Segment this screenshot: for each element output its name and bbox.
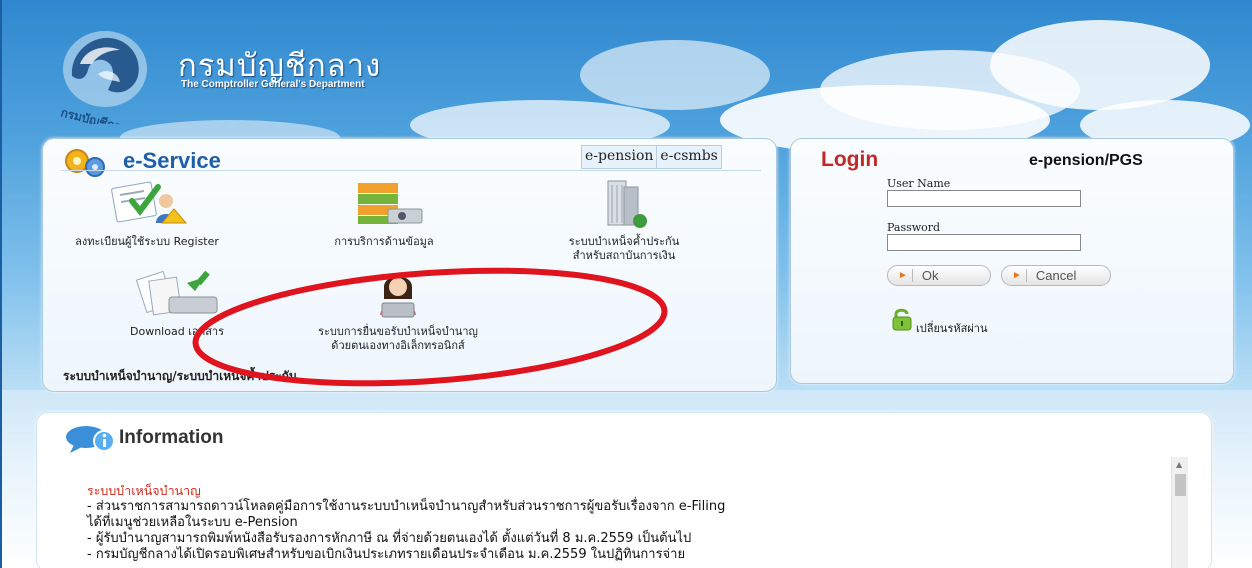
database-icon <box>358 183 423 224</box>
tab-divider <box>61 170 761 171</box>
download-icon <box>135 270 218 316</box>
password-input[interactable] <box>887 234 1081 251</box>
service-guarantee-label-2: สำหรับสถาบันการเงิน <box>572 249 676 262</box>
brand-title-english: The Comptroller General's Department <box>181 79 365 90</box>
service-self-pension-label-2: ด้วยตนเองทางอิเล็กทรอนิกส์ <box>331 339 465 352</box>
password-label: Password <box>887 221 941 234</box>
service-self-pension-label-1: ระบบการยื่นขอรับบำเหน็จบำนาญ <box>318 325 478 338</box>
service-register[interactable]: ลงทะเบียนผู้ใช้ระบบ Register <box>57 179 237 249</box>
service-data-label: การบริการด้านข้อมูล <box>334 235 434 248</box>
information-body: ระบบบำเหน็จบำนาญ - ส่วนราชการสามารถดาวน์… <box>87 483 1127 563</box>
username-label: User Name <box>887 177 951 190</box>
cloud <box>990 20 1210 110</box>
tab-e-pension[interactable]: e-pension <box>581 145 658 169</box>
login-title: Login <box>821 148 879 171</box>
seal-logo-icon[interactable]: กรมบัญชีกลาง <box>50 24 160 124</box>
info-line: - ส่วนราชการสามารถดาวน์โหลดคู่มือการใช้ง… <box>87 499 726 514</box>
person-computer-icon <box>380 276 416 318</box>
scroll-up-arrow-icon[interactable]: ▲ <box>1176 460 1182 469</box>
information-title: Information <box>119 427 224 448</box>
change-password-link[interactable]: เปลี่ยนรหัสผ่าน <box>916 319 987 337</box>
scroll-thumb[interactable] <box>1175 474 1186 496</box>
play-arrow-icon: ► <box>898 270 908 281</box>
info-line: - กรมบัญชีกลางได้เปิดรอบพิเศษสำหรับขอเบิ… <box>87 547 686 562</box>
info-line: - ผู้รับบำนาญสามารถพิมพ์หนังสือรับรองการ… <box>87 531 692 546</box>
login-panel: Login e-pension/PGS User Name Password ►… <box>790 138 1234 384</box>
service-guarantee-label-1: ระบบบำเหน็จค้ำประกัน <box>568 235 680 248</box>
eservice-tabs: e-pension e-csmbs <box>581 145 722 169</box>
cloud <box>580 40 770 110</box>
info-scrollbar[interactable]: ▲ <box>1171 457 1188 568</box>
cancel-button-label: Cancel <box>1035 268 1077 283</box>
gears-icon <box>65 149 105 177</box>
username-input[interactable] <box>887 190 1081 207</box>
building-icon <box>607 180 647 228</box>
info-chat-icon <box>66 426 115 453</box>
button-separator <box>1025 269 1027 282</box>
service-guarantee[interactable]: ระบบบำเหน็จค้ำประกัน สำหรับสถาบันการเงิน <box>529 179 719 263</box>
info-line: ได้ที่เมนูช่วยเหลือในระบบ e-Pension <box>87 515 298 530</box>
button-separator <box>911 269 913 282</box>
service-self-pension[interactable]: ระบบการยื่นขอรับบำเหน็จบำนาญ ด้วยตนเองทา… <box>287 269 509 353</box>
ok-button[interactable]: ► Ok <box>887 265 991 286</box>
tab-e-csmbs[interactable]: e-csmbs <box>656 145 722 169</box>
login-subtitle: e-pension/PGS <box>1029 152 1143 169</box>
service-download-label: Download เอกสาร <box>130 325 224 338</box>
eservice-panel: e-Service e-pension e-csmbs ลงทะเบียนผู้… <box>42 138 777 392</box>
seal-logo-text: กรมบัญชีกลาง <box>59 105 135 124</box>
info-heading: ระบบบำเหน็จบำนาญ <box>87 483 201 498</box>
information-panel: Information ระบบบำเหน็จบำนาญ - ส่วนราชกา… <box>36 412 1212 568</box>
ok-button-label: Ok <box>921 268 939 283</box>
service-download[interactable]: Download เอกสาร <box>97 269 257 339</box>
service-data[interactable]: การบริการด้านข้อมูล <box>299 179 469 249</box>
eservice-footer-link[interactable]: ระบบบำเหน็จบำนาญ/ระบบบำเหน็จค้ำประกัน <box>63 367 297 386</box>
play-arrow-icon: ► <box>1012 270 1022 281</box>
service-register-label: ลงทะเบียนผู้ใช้ระบบ Register <box>75 235 219 248</box>
cancel-button[interactable]: ► Cancel <box>1001 265 1111 286</box>
register-icon <box>111 181 188 224</box>
lock-icon <box>892 308 912 331</box>
